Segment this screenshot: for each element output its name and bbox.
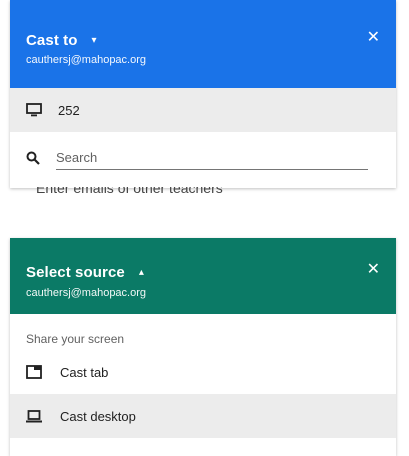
- background-hint-label: Enter emails of other teachers: [36, 187, 223, 196]
- search-icon: [26, 151, 44, 165]
- close-icon[interactable]: ✕: [367, 262, 380, 278]
- select-source-title[interactable]: Select source ▴: [26, 264, 144, 281]
- search-input[interactable]: [56, 146, 368, 170]
- background-hint-text: Enter emails of other teachers: [36, 187, 336, 197]
- close-icon[interactable]: ✕: [367, 30, 380, 46]
- device-item-252[interactable]: 252: [10, 88, 396, 132]
- cast-dialog-header: Cast to ▾ cauthersj@mahopac.org ✕: [10, 0, 396, 88]
- search-row: [10, 132, 396, 184]
- account-email: cauthersj@mahopac.org: [26, 287, 147, 299]
- cast-desktop-item[interactable]: Cast desktop: [10, 394, 396, 438]
- cast-to-title[interactable]: Cast to ▾: [26, 32, 97, 49]
- cast-desktop-label: Cast desktop: [60, 408, 136, 424]
- device-label: 252: [58, 102, 80, 118]
- chevron-up-icon[interactable]: ▴: [139, 267, 144, 278]
- laptop-icon: [26, 409, 48, 423]
- tab-icon: [26, 365, 48, 379]
- source-dialog-header: Select source ▴ cauthersj@mahopac.org ✕: [10, 238, 396, 314]
- cast-dialog: Cast to ▾ cauthersj@mahopac.org ✕ 252: [10, 0, 396, 188]
- account-email: cauthersj@mahopac.org: [26, 54, 147, 66]
- tv-icon: [26, 103, 48, 117]
- select-source-title-text: Select source: [26, 264, 125, 281]
- cast-tab-label: Cast tab: [60, 364, 109, 380]
- cast-to-title-text: Cast to: [26, 32, 78, 49]
- cast-tab-item[interactable]: Cast tab: [10, 350, 396, 394]
- share-screen-label: Share your screen: [26, 332, 125, 346]
- chevron-down-icon[interactable]: ▾: [92, 35, 97, 46]
- select-source-dialog: Select source ▴ cauthersj@mahopac.org ✕ …: [10, 238, 396, 456]
